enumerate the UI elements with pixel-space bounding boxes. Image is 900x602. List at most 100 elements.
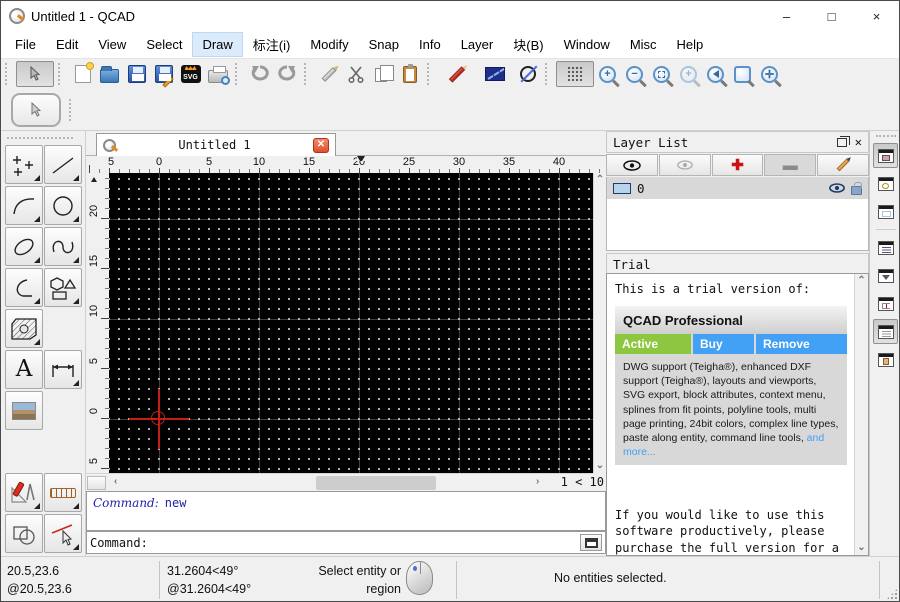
qcad-logo-icon	[9, 8, 25, 24]
trial-panel: Trial This is a trial version of: QCAD P…	[606, 253, 869, 556]
document-tab[interactable]: Untitled 1 ✕	[96, 133, 336, 156]
grid-toggle-button[interactable]	[556, 61, 594, 87]
scrollbar-thumb[interactable]	[316, 476, 436, 490]
menu-modify[interactable]: Modify	[301, 33, 357, 56]
panel-toggle-clipboard[interactable]	[873, 347, 898, 372]
zoom-in-button[interactable]: +	[594, 61, 621, 87]
text-tool-button[interactable]: A	[5, 350, 43, 389]
menu-window[interactable]: Window	[555, 33, 619, 56]
dashed-rect-button[interactable]	[476, 61, 514, 87]
measure-tool-button[interactable]	[44, 473, 82, 512]
menu-layer[interactable]: Layer	[452, 33, 503, 56]
tab-close-icon[interactable]: ✕	[313, 138, 329, 153]
scroll-right-icon[interactable]: ›	[536, 477, 539, 487]
filter-window-icon	[878, 269, 894, 283]
scroll-up-icon[interactable]: ⌃	[857, 276, 865, 286]
dimension-tool-button[interactable]	[44, 350, 82, 389]
pointer-icon	[29, 102, 43, 118]
menu-file[interactable]: File	[6, 33, 45, 56]
zoom-out-button[interactable]: −	[621, 61, 648, 87]
redo-button[interactable]	[273, 61, 300, 87]
arc-tool-button[interactable]	[5, 186, 43, 225]
svg-export-button[interactable]: SVG	[177, 61, 204, 87]
save-button[interactable]	[123, 61, 150, 87]
cut-button[interactable]	[342, 61, 369, 87]
previous-view-button[interactable]	[702, 61, 729, 87]
current-tool-pointer-button[interactable]	[11, 93, 61, 127]
copy-button[interactable]	[369, 61, 396, 87]
scroll-down-icon[interactable]: ⌄	[857, 543, 865, 553]
close-panel-icon[interactable]: ✕	[855, 136, 862, 148]
circle-slash-button[interactable]	[514, 61, 541, 87]
show-all-layers-button[interactable]	[606, 154, 658, 176]
command-input[interactable]	[148, 534, 580, 552]
spline-tool-button[interactable]	[44, 227, 82, 266]
pencil-edit-button[interactable]	[438, 61, 476, 87]
menu-block[interactable]: 块(B)	[504, 31, 552, 58]
add-layer-button[interactable]: ✚	[712, 154, 764, 176]
hatch-tool-button[interactable]	[5, 309, 43, 348]
panel-toggle-selection-filter[interactable]	[873, 263, 898, 288]
menu-view[interactable]: View	[89, 33, 135, 56]
trial-scrollbar[interactable]: ⌃ ⌄	[854, 274, 868, 555]
paste-button[interactable]	[396, 61, 423, 87]
panel-toggle-layer-list[interactable]	[873, 143, 898, 168]
command-options-button[interactable]	[580, 534, 602, 551]
shape-tool-button[interactable]	[44, 268, 82, 307]
panel-toggle-command-line[interactable]	[873, 319, 898, 344]
undock-panel-icon[interactable]	[837, 138, 847, 147]
buy-button[interactable]: Buy	[693, 334, 754, 354]
selection-pointer-button[interactable]	[16, 61, 54, 87]
image-tool-button[interactable]	[5, 391, 43, 430]
active-button[interactable]: Active	[615, 334, 691, 354]
resize-grip[interactable]	[886, 588, 898, 600]
layer-lock-icon[interactable]	[851, 186, 862, 195]
selection-tools-button[interactable]	[5, 514, 43, 553]
menu-edit[interactable]: Edit	[47, 33, 87, 56]
edit-layer-button[interactable]	[817, 154, 869, 176]
save-as-button[interactable]	[150, 61, 177, 87]
point-tool-button[interactable]	[5, 145, 43, 184]
menu-dimension[interactable]: 标注(i)	[244, 31, 300, 58]
print-preview-button[interactable]	[204, 61, 231, 87]
maximize-button[interactable]: □	[809, 1, 854, 31]
layer-visible-eye-icon[interactable]	[829, 183, 845, 193]
horizontal-scrollbar[interactable]: ‹ ›	[86, 473, 593, 491]
close-button[interactable]: ×	[854, 1, 899, 31]
scroll-up-icon[interactable]: ⌃	[596, 175, 604, 185]
menu-info[interactable]: Info	[410, 33, 450, 56]
new-file-button[interactable]	[69, 61, 96, 87]
status-bar: 20.5,23.6 @20.5,23.6 31.2604<49° @31.260…	[1, 556, 900, 602]
panel-toggle-view-list[interactable]	[873, 199, 898, 224]
line-tool-button[interactable]	[44, 145, 82, 184]
ellipse-tool-button[interactable]	[5, 227, 43, 266]
open-file-button[interactable]	[96, 61, 123, 87]
menu-select[interactable]: Select	[137, 33, 191, 56]
remove-button[interactable]: Remove	[756, 334, 847, 354]
circle-tool-button[interactable]	[44, 186, 82, 225]
remove-layer-button[interactable]: ▬	[764, 154, 816, 176]
layer-row[interactable]: 0	[607, 177, 868, 199]
panel-toggle-reference[interactable]	[873, 291, 898, 316]
minimize-button[interactable]: –	[764, 1, 809, 31]
menu-misc[interactable]: Misc	[621, 33, 666, 56]
menu-snap[interactable]: Snap	[360, 33, 408, 56]
menu-draw[interactable]: Draw	[193, 33, 241, 56]
panel-toggle-library-browser[interactable]	[873, 235, 898, 260]
pan-button[interactable]: ✛	[756, 61, 783, 87]
scroll-left-icon[interactable]: ‹	[114, 477, 117, 487]
draw-misc-tool-button[interactable]	[5, 473, 43, 512]
drawing-canvas[interactable]	[109, 173, 593, 473]
auto-zoom-button[interactable]	[648, 61, 675, 87]
menu-help[interactable]: Help	[668, 33, 713, 56]
zoom-window-button[interactable]	[729, 61, 756, 87]
erase-button[interactable]	[315, 61, 342, 87]
zoom-selection-button[interactable]: +	[675, 61, 702, 87]
hide-all-layers-button[interactable]	[659, 154, 711, 176]
scroll-down-icon[interactable]: ⌄	[596, 461, 604, 471]
polyline-tool-button[interactable]	[5, 268, 43, 307]
modify-tools-button[interactable]	[44, 514, 82, 553]
undo-button[interactable]	[246, 61, 273, 87]
vertical-scrollbar[interactable]: ⌃ ⌄	[593, 173, 606, 473]
panel-toggle-block-list[interactable]	[873, 171, 898, 196]
